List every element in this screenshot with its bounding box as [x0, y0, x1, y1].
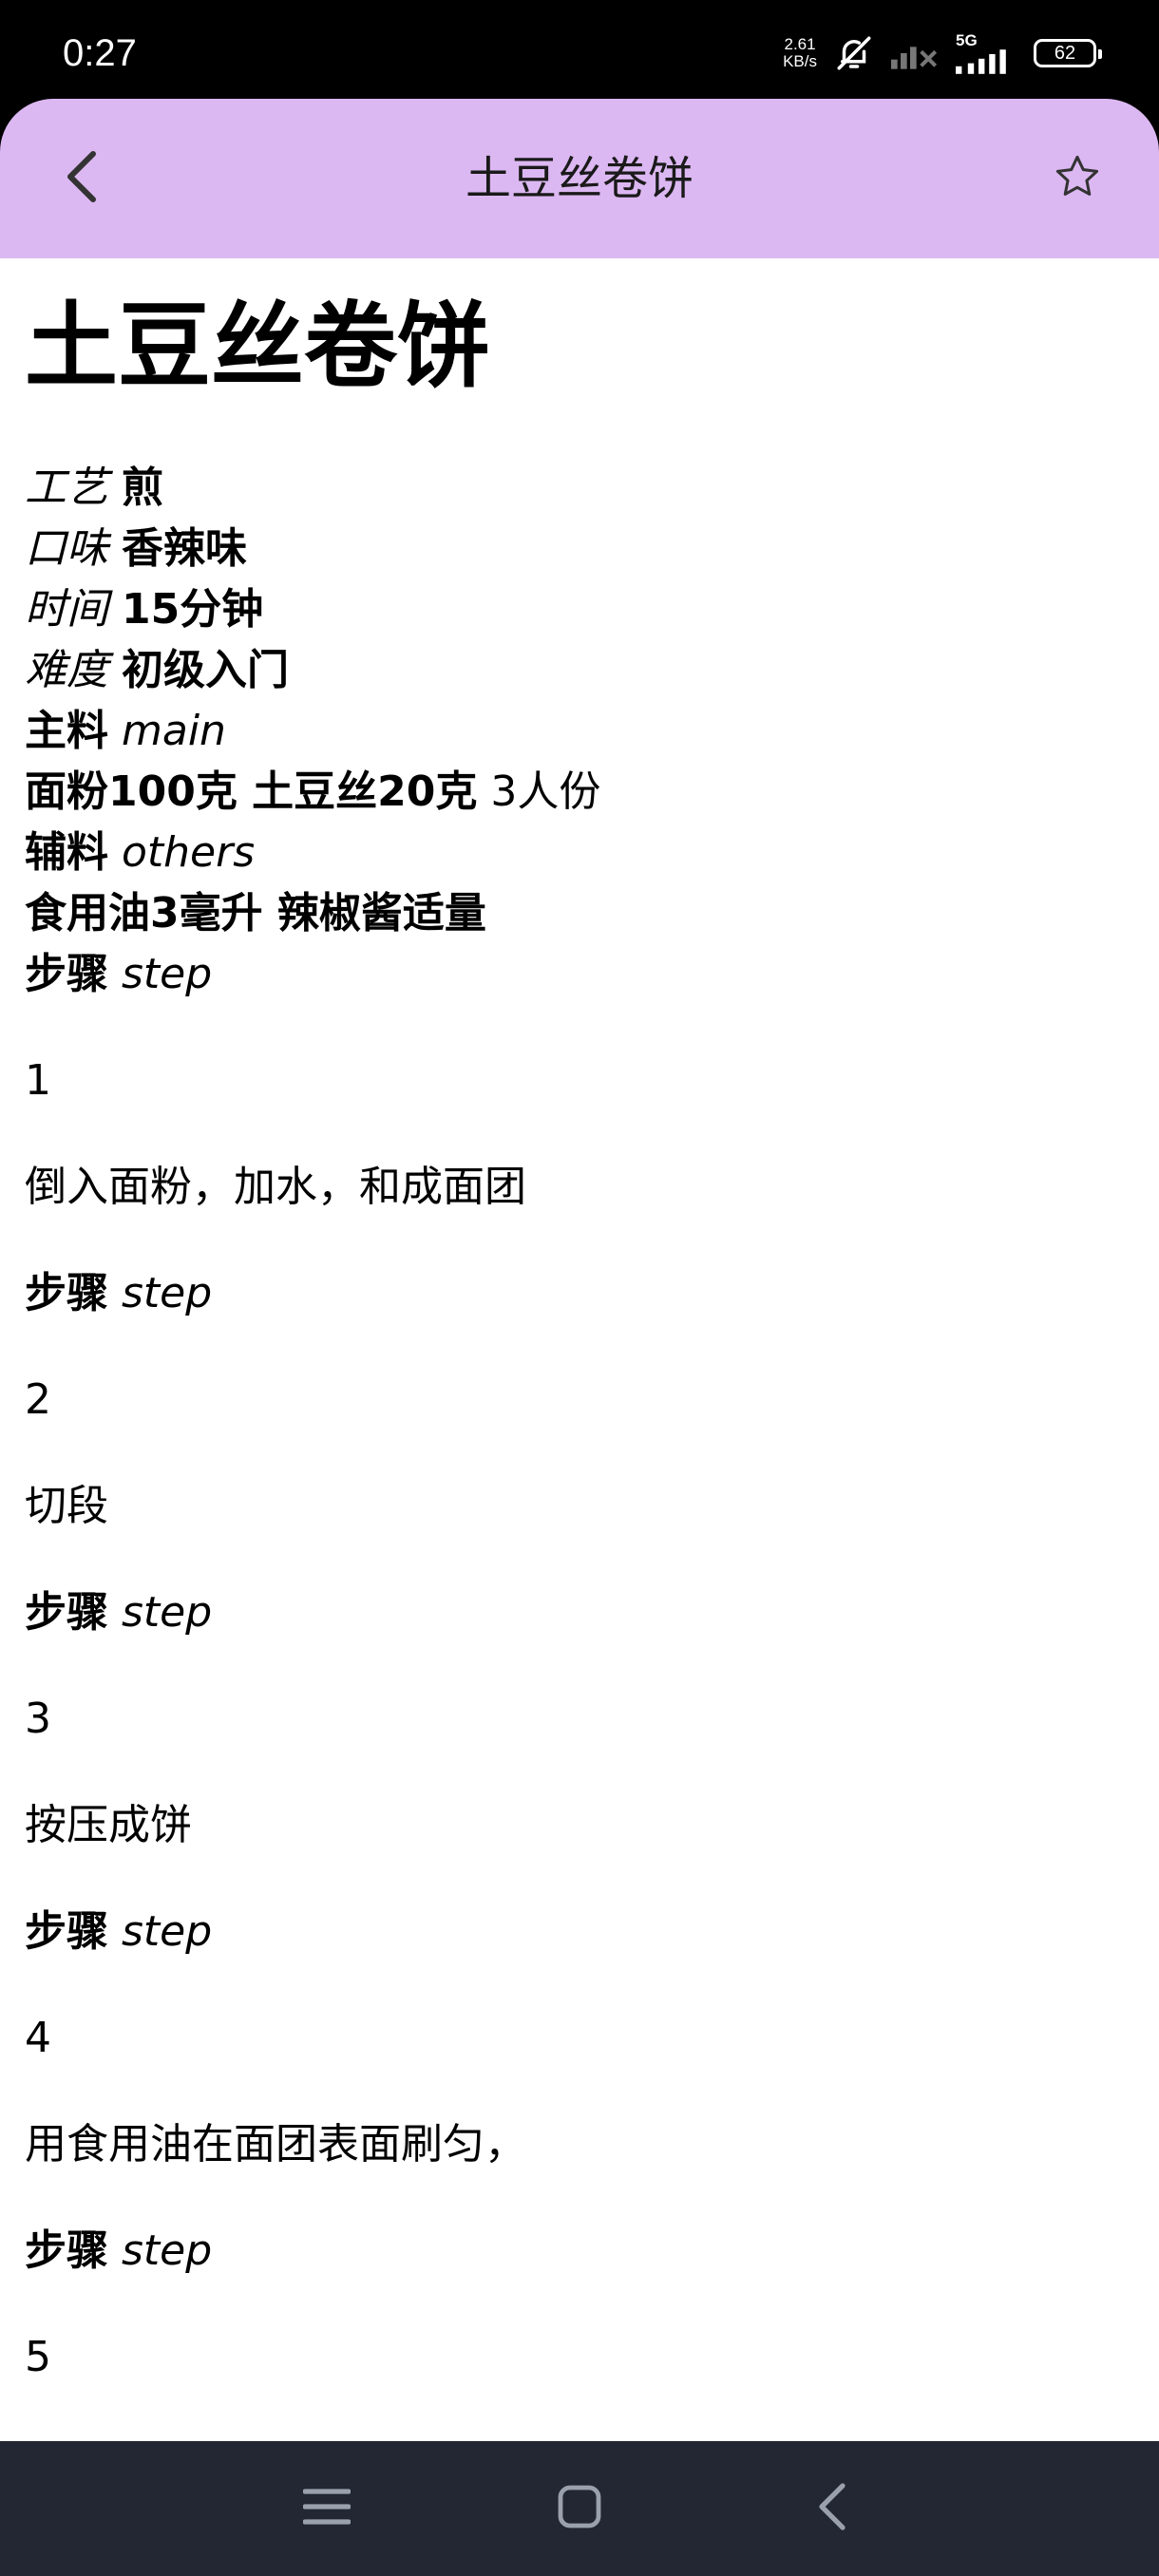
- other-ingredients-header: 辅料 others: [25, 823, 1134, 883]
- time-label: 时间: [25, 585, 108, 634]
- difficulty-row: 难度 初级入门: [25, 640, 1134, 701]
- craft-label: 工艺: [25, 464, 108, 512]
- step-en-label: step: [122, 2226, 213, 2275]
- recipe-content[interactable]: 土豆丝卷饼 工艺 煎 口味 香辣味 时间 15分钟 难度 初级入门 主料 mai…: [0, 258, 1159, 2441]
- step-text: 切段: [25, 1482, 108, 1530]
- others-en-label: others: [122, 828, 256, 877]
- step-text: 用食用油在面团表面刷匀，: [25, 2120, 526, 2169]
- step-number: 5: [25, 2333, 51, 2381]
- other-ingredients-row: 食用油3毫升 辣椒酱适量: [25, 883, 1134, 944]
- net-speed: 2.61 KB/s: [783, 36, 817, 70]
- time-row: 时间 15分钟: [25, 579, 1134, 640]
- step-en-label: step: [122, 1588, 213, 1637]
- step-number: 4: [25, 2014, 51, 2062]
- status-bar: 0:27 2.61 KB/s 5G 62: [0, 0, 1159, 103]
- step-text: 按压成饼: [25, 1801, 192, 1849]
- step-block: 步骤 step 2 切段: [25, 1263, 1134, 1582]
- craft-value: 煎: [122, 464, 163, 512]
- main-ingredients: 面粉100克 土豆丝20克: [25, 767, 478, 816]
- step-label: 步骤: [25, 2226, 108, 2275]
- star-icon: [1053, 152, 1102, 205]
- step-header: 步骤 step: [25, 2221, 1134, 2282]
- taste-value: 香辣味: [122, 524, 247, 573]
- step-en-label: step: [122, 1269, 213, 1317]
- step-block: 步骤 step 4 用食用油在面团表面刷匀，: [25, 1902, 1134, 2221]
- step-label: 步骤: [25, 950, 108, 998]
- step-number: 2: [25, 1375, 51, 1424]
- signal-5g-icon: 5G: [956, 32, 1016, 74]
- servings: 3人份: [490, 767, 601, 816]
- step-spacer: [25, 1537, 1134, 1582]
- recipe-meta: 工艺 煎 口味 香辣味 时间 15分钟 难度 初级入门 主料 main 面粉10…: [25, 458, 1134, 944]
- status-time: 0:27: [63, 32, 137, 74]
- taste-row: 口味 香辣味: [25, 519, 1134, 579]
- step-header: 步骤 step: [25, 1263, 1134, 1324]
- signal-weak-icon: [891, 37, 939, 69]
- status-icons: 2.61 KB/s 5G 62: [783, 28, 1102, 78]
- other-ingredients: 食用油3毫升 辣椒酱适量: [25, 889, 486, 938]
- network-type-label: 5G: [956, 31, 978, 49]
- step-label: 步骤: [25, 1588, 108, 1637]
- difficulty-label: 难度: [25, 646, 108, 694]
- app-bar: 土豆丝卷饼: [0, 99, 1159, 258]
- taste-label: 口味: [25, 524, 108, 573]
- step-header: 步骤 step: [25, 1582, 1134, 1643]
- system-nav-bar: [0, 2441, 1159, 2576]
- net-speed-unit: KB/s: [783, 52, 817, 70]
- step-label: 步骤: [25, 1269, 108, 1317]
- step-text: 倒入面粉，加水，和成面团: [25, 1163, 526, 1211]
- step-block: 步骤 step 5: [25, 2221, 1134, 2388]
- home-button[interactable]: [542, 2471, 618, 2547]
- recent-apps-button[interactable]: [289, 2471, 365, 2547]
- battery-level: 62: [1054, 42, 1076, 64]
- step-en-label: step: [122, 950, 213, 998]
- step-block: 步骤 step 1 倒入面粉，加水，和成面团: [25, 944, 1134, 1263]
- main-label: 主料: [25, 707, 108, 755]
- menu-icon: [302, 2486, 352, 2531]
- others-label: 辅料: [25, 828, 108, 877]
- app-bar-title: 土豆丝卷饼: [465, 152, 694, 205]
- main-ingredients-row: 面粉100克 土豆丝20克 3人份: [25, 762, 1134, 823]
- square-icon: [557, 2484, 602, 2533]
- chevron-left-icon: [816, 2482, 848, 2535]
- main-en-label: main: [122, 707, 226, 755]
- step-spacer: [25, 2175, 1134, 2221]
- favorite-button[interactable]: [1039, 141, 1115, 217]
- time-value: 15分钟: [122, 585, 264, 634]
- main-ingredients-header: 主料 main: [25, 701, 1134, 762]
- nav-back-button[interactable]: [794, 2471, 870, 2547]
- step-label: 步骤: [25, 1907, 108, 1956]
- recipe-title: 土豆丝卷饼: [25, 293, 491, 401]
- battery-icon: 62: [1034, 39, 1102, 67]
- step-en-label: step: [122, 1907, 213, 1956]
- step-number: 1: [25, 1056, 51, 1105]
- step-spacer: [25, 1856, 1134, 1902]
- step-header: 步骤 step: [25, 1902, 1134, 1962]
- bell-muted-icon: [834, 33, 874, 73]
- step-spacer: [25, 1218, 1134, 1263]
- step-header: 步骤 step: [25, 944, 1134, 1005]
- net-speed-value: 2.61: [784, 35, 816, 53]
- difficulty-value: 初级入门: [122, 646, 289, 694]
- step-block: 步骤 step 3 按压成饼: [25, 1582, 1134, 1902]
- step-number: 3: [25, 1695, 51, 1743]
- craft-row: 工艺 煎: [25, 458, 1134, 519]
